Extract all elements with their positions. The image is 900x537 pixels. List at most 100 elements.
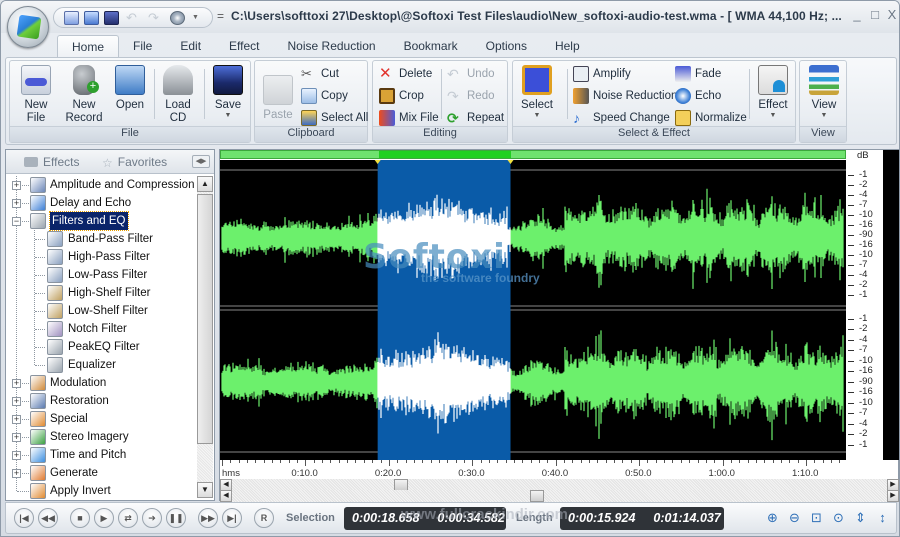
expand-icon[interactable]: + <box>12 397 21 406</box>
expand-icon[interactable]: + <box>12 451 21 460</box>
tab-file[interactable]: File <box>119 35 166 57</box>
overview-bar[interactable] <box>220 150 846 159</box>
tree-item[interactable]: Band-Pass Filter <box>6 230 196 248</box>
tab-options[interactable]: Options <box>472 35 541 57</box>
zoom-scrollbar[interactable]: ◀ ▶ <box>220 490 899 502</box>
close-button[interactable]: X <box>884 7 899 23</box>
tab-help[interactable]: Help <box>541 35 594 57</box>
tab-home[interactable]: Home <box>57 35 120 57</box>
go-to-start-button[interactable]: |◀ <box>14 508 34 528</box>
delete-button[interactable]: ✕ Delete <box>379 65 432 83</box>
effects-tree-scrollbar[interactable]: ▲ ▼ <box>197 176 213 498</box>
new-file-button[interactable]: New File <box>16 65 56 125</box>
new-file-icon[interactable] <box>64 11 79 25</box>
zoom-in-icon[interactable]: ⊕ <box>764 510 781 527</box>
view-button[interactable]: View ▼ <box>804 65 844 120</box>
effects-tab[interactable]: Effects <box>24 155 79 169</box>
tree-item[interactable]: High-Shelf Filter <box>6 284 196 302</box>
scroll-thumb[interactable] <box>197 194 213 444</box>
zoom-scroll-right-button[interactable]: ▶ <box>887 490 899 502</box>
tree-category[interactable]: + Special <box>6 410 196 428</box>
select-button[interactable]: Select ▼ <box>517 65 557 120</box>
record-button[interactable]: R <box>254 508 274 528</box>
tab-effect[interactable]: Effect <box>215 35 273 57</box>
load-cd-button[interactable]: Load CD <box>160 65 196 125</box>
undo-button[interactable]: ↶ Undo <box>447 65 495 83</box>
save-icon[interactable] <box>104 11 119 25</box>
favorites-tab[interactable]: ☆ Favorites <box>102 155 167 170</box>
collapse-icon[interactable]: − <box>12 217 21 226</box>
tree-category[interactable]: − Filters and EQ <box>6 211 196 231</box>
scroll-up-button[interactable]: ▲ <box>197 176 213 192</box>
fade-button[interactable]: Fade <box>675 65 721 83</box>
minimize-button[interactable]: _ <box>849 7 865 23</box>
play-selection-button[interactable]: ➔ <box>142 508 162 528</box>
go-to-end-button[interactable]: ▶| <box>222 508 242 528</box>
rewind-button[interactable]: ◀◀ <box>38 508 58 528</box>
zoom-selection-icon[interactable]: ⊡ <box>808 510 825 527</box>
title-menu-icon[interactable]: = <box>217 9 224 23</box>
open-icon[interactable] <box>84 11 99 25</box>
tree-category[interactable]: + Restoration <box>6 392 196 410</box>
loop-button[interactable]: ⇄ <box>118 508 138 528</box>
maximize-button[interactable]: □ <box>867 7 883 23</box>
tab-edit[interactable]: Edit <box>166 35 215 57</box>
zoom-full-icon[interactable]: ⊙ <box>830 510 847 527</box>
expand-icon[interactable]: + <box>12 199 21 208</box>
normalize-button[interactable]: Normalize <box>675 109 747 127</box>
tree-item[interactable]: High-Pass Filter <box>6 248 196 266</box>
scroll-down-button[interactable]: ▼ <box>197 482 213 498</box>
expand-icon[interactable]: + <box>12 469 21 478</box>
undo-icon[interactable]: ↶ <box>126 11 141 25</box>
tree-category[interactable]: + Amplitude and Compression <box>6 176 196 194</box>
zoom-out-vertical-icon[interactable]: ↕ <box>874 510 891 527</box>
cut-button[interactable]: ✂ Cut <box>301 65 339 83</box>
fast-forward-button[interactable]: ▶▶ <box>198 508 218 528</box>
panel-toggle-button[interactable]: ◀▶ <box>192 155 210 168</box>
tree-category[interactable]: + Generate <box>6 464 196 482</box>
overview-selection[interactable] <box>378 151 512 158</box>
tree-category[interactable]: + Delay and Echo <box>6 194 196 212</box>
repeat-button[interactable]: ⟳ Repeat <box>447 109 504 127</box>
expand-icon[interactable]: + <box>12 415 21 424</box>
redo-button[interactable]: ↷ Redo <box>447 87 495 105</box>
crop-button[interactable]: Crop <box>379 87 424 105</box>
paste-button[interactable]: Paste <box>261 65 295 122</box>
mix-file-button[interactable]: Mix File <box>379 109 439 127</box>
zoom-out-icon[interactable]: ⊖ <box>786 510 803 527</box>
app-menu-button[interactable] <box>7 6 49 48</box>
effect-dropdown-icon[interactable]: ▼ <box>753 112 793 120</box>
tree-item[interactable]: PeakEQ Filter <box>6 338 196 356</box>
view-dropdown-icon[interactable]: ▼ <box>804 112 844 120</box>
tab-bookmark[interactable]: Bookmark <box>390 35 472 57</box>
tree-item[interactable]: Low-Shelf Filter <box>6 302 196 320</box>
save-button[interactable]: Save ▼ <box>210 65 246 120</box>
tree-item[interactable]: Notch Filter <box>6 320 196 338</box>
cd-icon[interactable] <box>170 11 185 25</box>
expand-icon[interactable]: + <box>12 433 21 442</box>
redo-icon[interactable]: ↷ <box>148 11 163 25</box>
amplify-button[interactable]: Amplify <box>573 65 631 83</box>
play-button[interactable]: ▶ <box>94 508 114 528</box>
stop-button[interactable]: ■ <box>70 508 90 528</box>
zoom-scroll-left-button[interactable]: ◀ <box>220 490 232 502</box>
echo-button[interactable]: Echo <box>675 87 721 105</box>
waveform-display[interactable] <box>220 160 846 460</box>
effect-button[interactable]: Effect ▼ <box>753 65 793 120</box>
tree-category[interactable]: Apply Invert <box>6 482 196 500</box>
select-all-button[interactable]: Select All <box>301 109 368 127</box>
select-dropdown-icon[interactable]: ▼ <box>517 112 557 120</box>
tree-item[interactable]: Equalizer <box>6 356 196 374</box>
expand-icon[interactable]: + <box>12 181 21 190</box>
pause-button[interactable]: ❚❚ <box>166 508 186 528</box>
save-dropdown-icon[interactable]: ▼ <box>210 112 246 120</box>
copy-button[interactable]: Copy <box>301 87 348 105</box>
tab-noise-reduction[interactable]: Noise Reduction <box>274 35 390 57</box>
tree-category[interactable]: + Time and Pitch <box>6 446 196 464</box>
tree-category[interactable]: + Stereo Imagery <box>6 428 196 446</box>
zoom-scroll-thumb[interactable] <box>530 490 544 502</box>
dropdown-icon[interactable]: ▼ <box>192 11 207 25</box>
tree-category[interactable]: + Modulation <box>6 374 196 392</box>
speed-change-button[interactable]: ♪ Speed Change <box>573 109 670 127</box>
tree-item[interactable]: Low-Pass Filter <box>6 266 196 284</box>
